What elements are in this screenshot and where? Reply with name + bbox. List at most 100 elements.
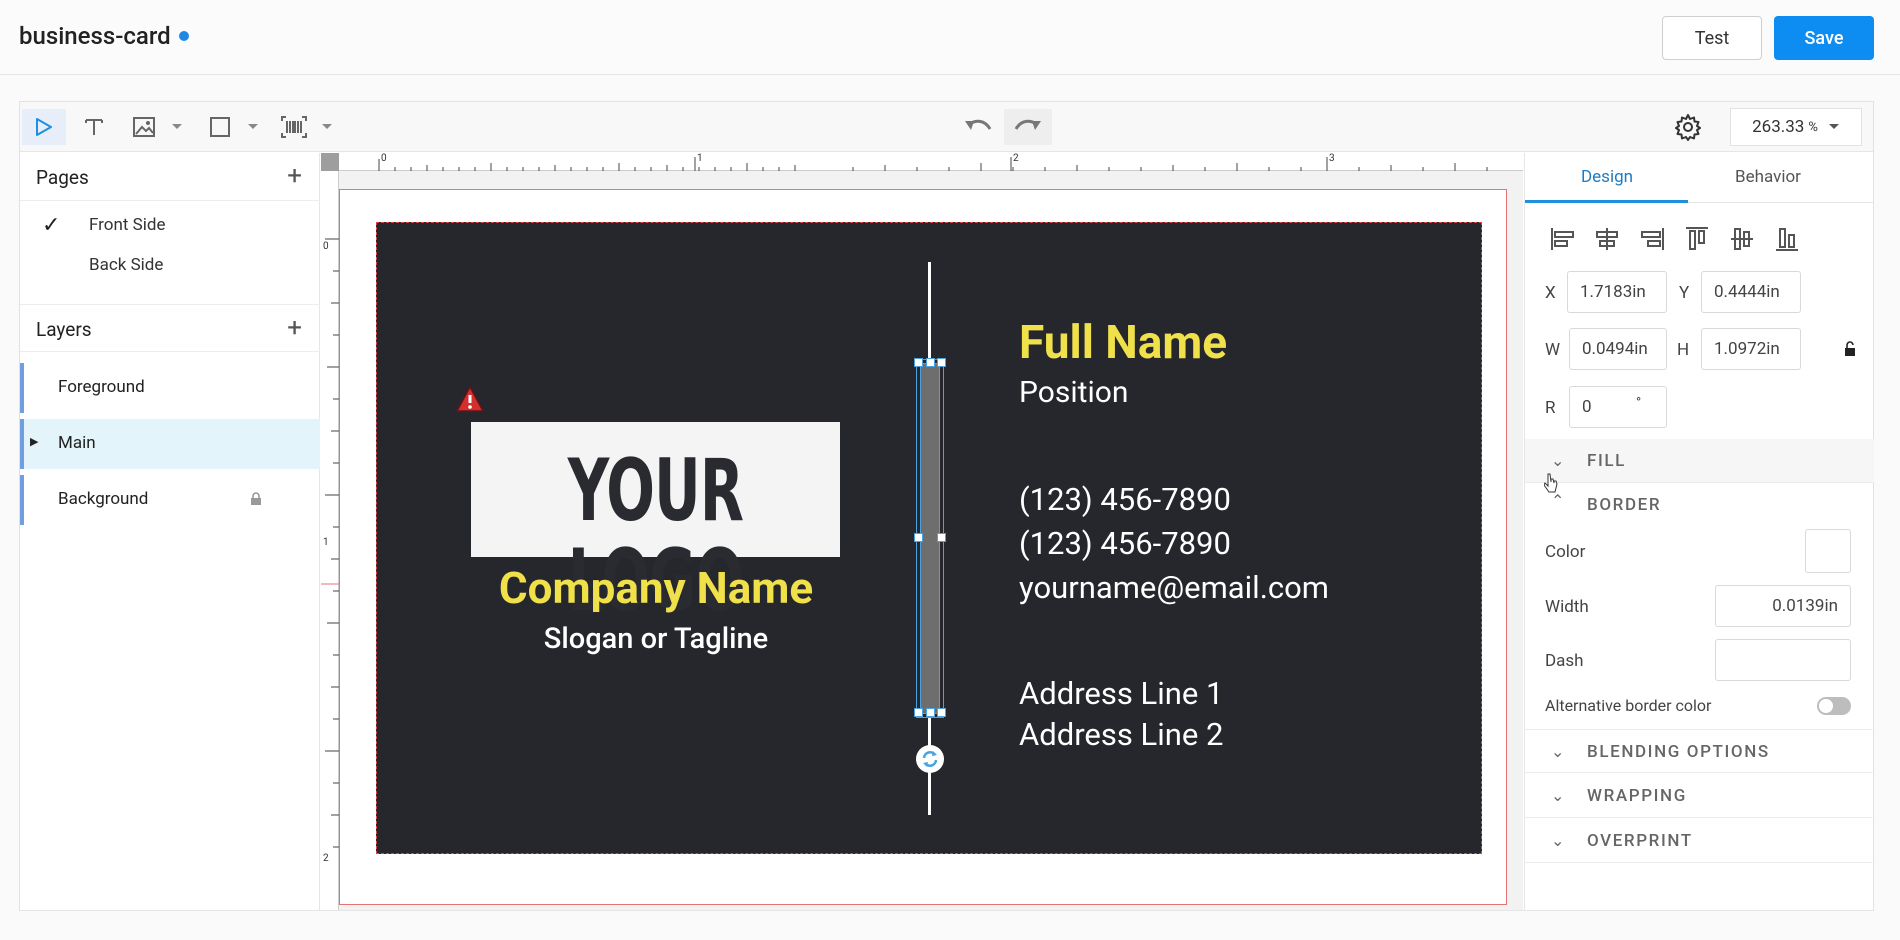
resize-handle-bottom-center[interactable] — [926, 708, 935, 717]
page-item-front-side[interactable]: ✓ Front Side — [20, 205, 320, 245]
barcode-tool[interactable] — [274, 109, 314, 145]
slogan[interactable]: Slogan or Tagline — [440, 622, 872, 656]
fill-section-header[interactable]: ⌄ FILL — [1525, 439, 1874, 483]
expand-arrow-icon[interactable]: ▶ — [30, 435, 38, 448]
border-color-label: Color — [1545, 542, 1586, 562]
fill-label: FILL — [1587, 451, 1626, 471]
logo-box[interactable]: YOUR LOGO — [471, 422, 840, 626]
rotate-handle-icon[interactable] — [915, 744, 945, 774]
resize-handle-top-right[interactable] — [937, 358, 946, 367]
tab-design[interactable]: Design — [1581, 167, 1633, 187]
add-page-button[interactable]: + — [287, 163, 302, 189]
align-left-icon[interactable] — [1549, 225, 1577, 253]
y-input[interactable]: 0.4444in — [1701, 271, 1801, 313]
resize-handle-top-left[interactable] — [914, 358, 923, 367]
position-title[interactable]: Position — [1019, 375, 1128, 410]
h-label: H — [1677, 340, 1690, 360]
align-center-horizontal-icon[interactable] — [1593, 225, 1621, 253]
chevron-down-icon: ⌄ — [1551, 742, 1565, 761]
border-width-input[interactable]: 0.0139in — [1715, 585, 1851, 627]
y-unit: in — [1766, 282, 1780, 302]
layers-header: Layers + — [20, 304, 320, 352]
image-tool[interactable] — [124, 109, 164, 145]
address-line-2[interactable]: Address Line 2 — [1019, 716, 1223, 753]
align-bottom-icon[interactable] — [1773, 225, 1801, 253]
align-top-icon[interactable] — [1683, 225, 1711, 253]
align-middle-vertical-icon[interactable] — [1728, 225, 1756, 253]
save-button[interactable]: Save — [1774, 16, 1874, 60]
ruler-corner — [321, 153, 339, 171]
ruler-left-label-0: 0 — [323, 241, 329, 252]
blending-label: BLENDING OPTIONS — [1587, 742, 1770, 762]
align-right-icon[interactable] — [1638, 225, 1666, 253]
alt-border-color-toggle[interactable] — [1817, 697, 1851, 715]
ruler-left: 0 1 2 — [321, 171, 339, 933]
overprint-label: OVERPRINT — [1587, 831, 1693, 851]
zoom-unit: % — [1808, 119, 1818, 135]
undo-button[interactable] — [956, 109, 1000, 145]
layer-item-label: Foreground — [58, 377, 145, 397]
wrapping-section-header[interactable]: ⌄ WRAPPING — [1525, 774, 1874, 818]
text-tool[interactable] — [74, 109, 114, 145]
zoom-value: 263.33 — [1752, 117, 1805, 137]
settings-button[interactable] — [1666, 109, 1710, 145]
test-button[interactable]: Test — [1662, 16, 1762, 60]
x-label: X — [1545, 283, 1556, 303]
image-tool-dropdown[interactable] — [168, 109, 186, 145]
tab-behavior[interactable]: Behavior — [1735, 167, 1801, 187]
border-width-label: Width — [1545, 597, 1589, 617]
resize-handle-bottom-left[interactable] — [914, 708, 923, 717]
r-input[interactable]: 0 ° — [1569, 386, 1667, 428]
toolbar: 263.33% — [20, 102, 1873, 152]
image-icon — [133, 117, 155, 137]
overprint-section-header[interactable]: ⌄ OVERPRINT — [1525, 819, 1874, 863]
caret-down-icon — [322, 124, 332, 129]
left-panel: Pages + ✓ Front Side Back Side Layers + … — [20, 153, 320, 933]
border-dash-input[interactable] — [1715, 639, 1851, 681]
w-input[interactable]: 0.0494in — [1569, 328, 1667, 370]
address-line-1[interactable]: Address Line 1 — [1019, 675, 1223, 712]
resize-handle-middle-left[interactable] — [914, 533, 923, 542]
w-value: 0.0494 — [1582, 339, 1635, 359]
x-input[interactable]: 1.7183in — [1567, 271, 1667, 313]
phone-1[interactable]: (123) 456-7890 — [1019, 481, 1231, 518]
add-layer-button[interactable]: + — [287, 315, 302, 341]
barcode-tool-dropdown[interactable] — [318, 109, 336, 145]
h-input[interactable]: 1.0972in — [1701, 328, 1801, 370]
layer-item-background[interactable]: Background — [20, 475, 320, 525]
zoom-select[interactable]: 263.33% — [1730, 108, 1862, 146]
pages-header: Pages + — [20, 153, 320, 201]
ruler-left-label-2: 2 — [323, 853, 329, 864]
border-color-swatch[interactable] — [1805, 529, 1851, 573]
h-unit: in — [1766, 339, 1780, 359]
resize-handle-bottom-right[interactable] — [937, 708, 946, 717]
x-unit: in — [1632, 282, 1646, 302]
document-title: business-card — [19, 22, 189, 50]
warning-icon[interactable] — [455, 385, 485, 413]
r-label: R — [1545, 398, 1556, 418]
border-width-value: 0.0139 — [1772, 596, 1825, 616]
company-name[interactable]: Company Name — [440, 562, 872, 614]
layer-item-foreground[interactable]: Foreground — [20, 363, 320, 413]
redo-button[interactable] — [1004, 109, 1052, 145]
chevron-up-icon: ⌃ — [1551, 491, 1565, 510]
resize-handle-top-center[interactable] — [926, 358, 935, 367]
y-label: Y — [1679, 283, 1690, 303]
horizontal-scrollbar[interactable] — [19, 910, 1874, 934]
select-tool[interactable] — [22, 109, 66, 145]
ruler-top-label-1: 1 — [697, 153, 703, 164]
shape-tool[interactable] — [200, 109, 240, 145]
page-item-back-side[interactable]: Back Side — [20, 245, 320, 285]
resize-handle-middle-right[interactable] — [937, 533, 946, 542]
blending-section-header[interactable]: ⌄ BLENDING OPTIONS — [1525, 729, 1874, 773]
redo-icon — [1014, 119, 1041, 130]
phone-2[interactable]: (123) 456-7890 — [1019, 525, 1231, 562]
caret-down-icon — [172, 124, 182, 129]
email[interactable]: yourname@email.com — [1019, 569, 1329, 606]
rectangle-icon — [210, 117, 230, 137]
border-section-header[interactable]: ⌃ BORDER — [1525, 483, 1874, 527]
full-name[interactable]: Full Name — [1019, 316, 1227, 370]
shape-tool-dropdown[interactable] — [244, 109, 262, 145]
unlock-icon[interactable] — [1843, 341, 1857, 357]
layer-item-main[interactable]: ▶ Main — [20, 419, 320, 469]
